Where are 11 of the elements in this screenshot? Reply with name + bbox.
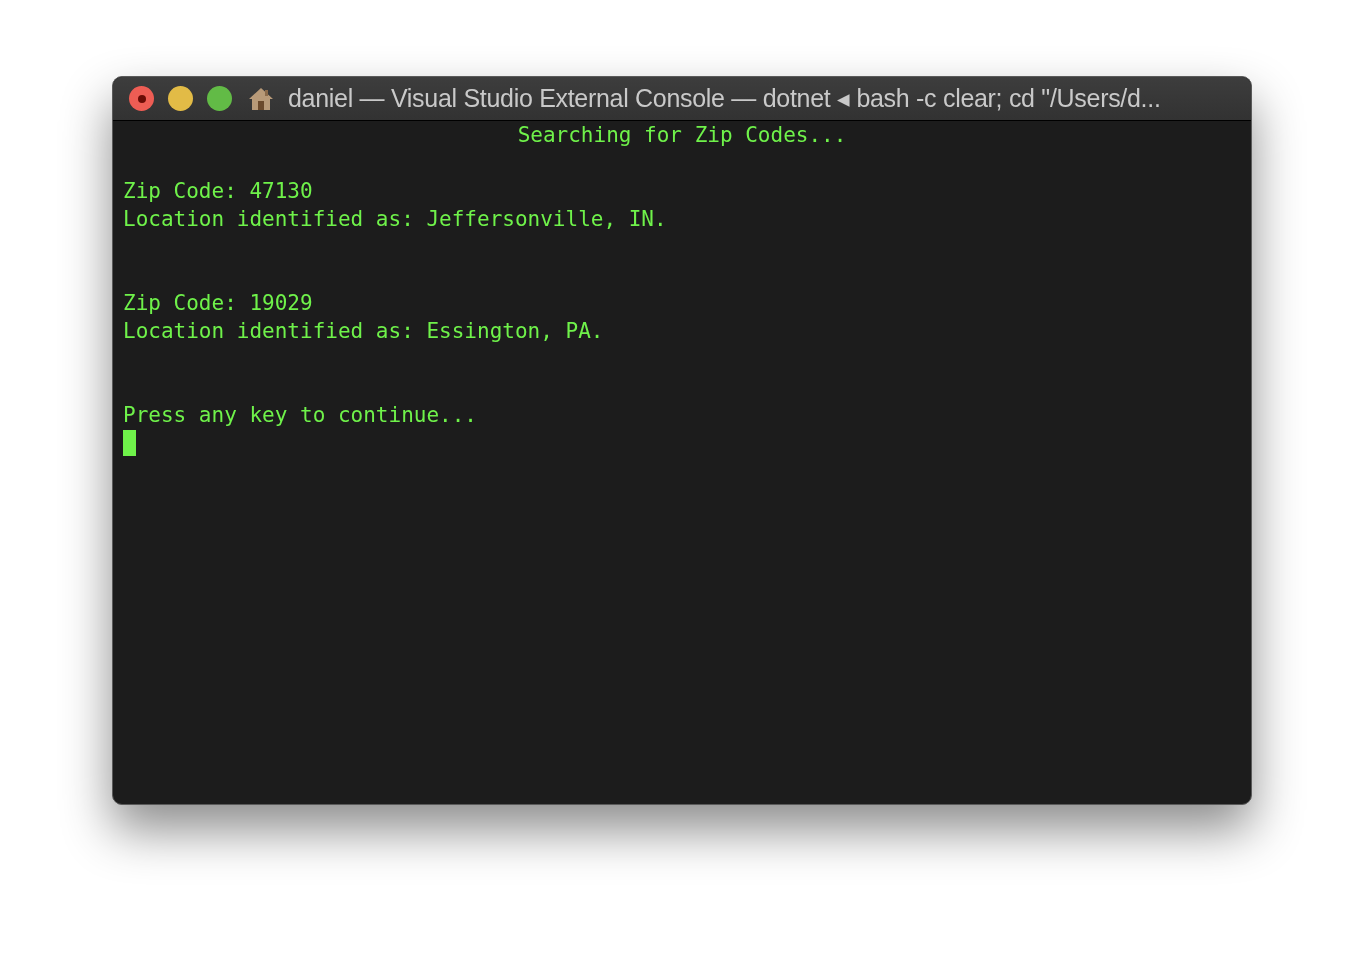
window-title: daniel — Visual Studio External Console — dotnet ◂ bash -c clear; cd "/Users/d...: [288, 82, 1161, 114]
zoom-button[interactable]: [207, 86, 232, 111]
house-icon: [248, 86, 274, 111]
console-line: Press any key to continue...: [123, 402, 477, 429]
minimize-button[interactable]: [168, 86, 193, 111]
close-button[interactable]: [129, 86, 154, 111]
console-line: Zip Code: 47130: [123, 178, 313, 205]
console-line: Zip Code: 19029: [123, 290, 313, 317]
console-line: Location identified as: Jeffersonville, IN.: [123, 206, 667, 233]
console-line: Location identified as: Essington, PA.: [123, 318, 604, 345]
console-heading: Searching for Zip Codes...: [516, 122, 848, 149]
